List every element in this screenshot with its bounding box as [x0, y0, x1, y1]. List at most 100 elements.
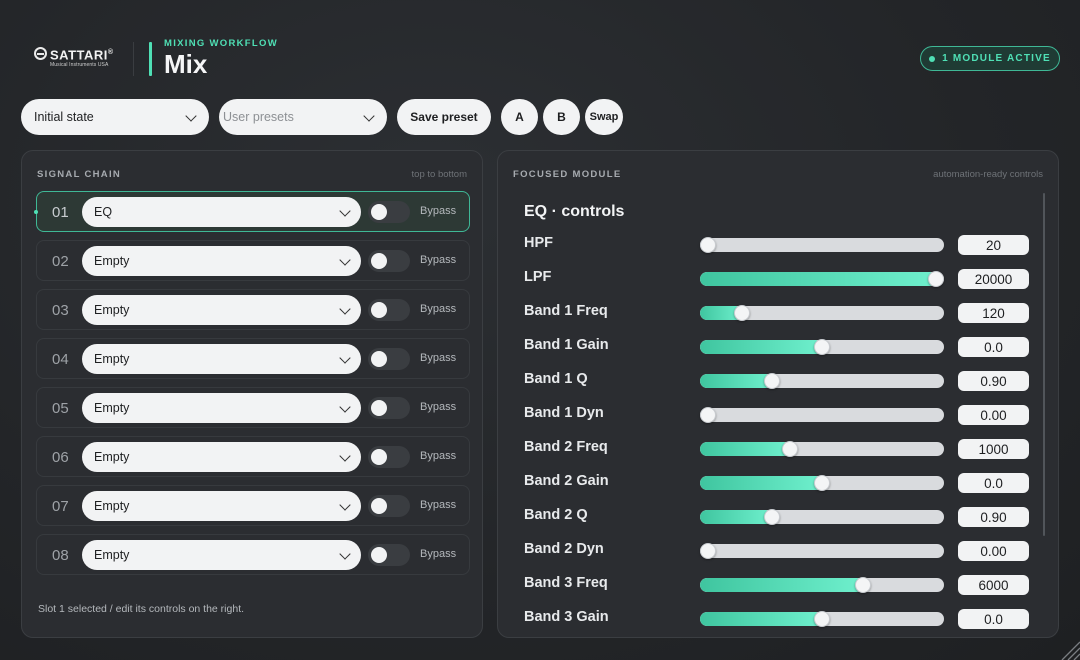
chain-slot[interactable]: 08 Empty Bypass	[36, 534, 470, 575]
bypass-toggle[interactable]	[368, 201, 410, 223]
slot-module-value: Empty	[94, 352, 130, 366]
bypass-label: Bypass	[420, 352, 457, 364]
param-row: Band 2 Q 0.90	[498, 504, 1034, 528]
signal-chain-panel: SIGNAL CHAIN top to bottom 01 EQ Bypass 02 E…	[21, 150, 483, 638]
param-slider-track[interactable]	[700, 272, 944, 286]
status-dot-icon	[929, 55, 936, 62]
slot-module-select[interactable]: Empty	[82, 393, 361, 423]
chain-slot[interactable]: 06 Empty Bypass	[36, 436, 470, 477]
app-header: SATTARI® Musical Instruments USA MIXING …	[0, 0, 1080, 95]
param-value-field[interactable]: 20	[958, 235, 1029, 255]
param-value-field[interactable]: 0.90	[958, 371, 1029, 391]
param-row: Band 1 Freq 120	[498, 300, 1034, 324]
slot-module-value: Empty	[94, 450, 130, 464]
param-slider-track[interactable]	[700, 578, 944, 592]
param-slider-handle[interactable]	[764, 509, 780, 525]
bypass-label: Bypass	[420, 450, 457, 462]
chain-slot[interactable]: 04 Empty Bypass	[36, 338, 470, 379]
param-slider-handle[interactable]	[855, 577, 871, 593]
param-slider-track[interactable]	[700, 442, 944, 456]
bypass-toggle[interactable]	[368, 544, 410, 566]
bypass-toggle[interactable]	[368, 348, 410, 370]
param-label: Band 3 Gain	[524, 609, 609, 625]
chevron-down-icon	[363, 111, 375, 123]
param-slider-handle[interactable]	[700, 407, 716, 423]
chevron-down-icon	[339, 353, 351, 365]
param-slider-handle[interactable]	[814, 339, 830, 355]
param-slider-handle[interactable]	[814, 611, 830, 627]
toggle-knob	[371, 204, 387, 220]
resize-grip-icon[interactable]	[1058, 638, 1080, 660]
chain-slot[interactable]: 03 Empty Bypass	[36, 289, 470, 330]
chain-slot[interactable]: 02 Empty Bypass	[36, 240, 470, 281]
param-label: Band 2 Freq	[524, 439, 608, 455]
param-slider-handle[interactable]	[734, 305, 750, 321]
param-slider-handle[interactable]	[814, 475, 830, 491]
param-slider-track[interactable]	[700, 374, 944, 388]
chain-slot[interactable]: 05 Empty Bypass	[36, 387, 470, 428]
param-value-field[interactable]: 0.0	[958, 473, 1029, 493]
slot-module-select[interactable]: Empty	[82, 295, 361, 325]
param-value-field[interactable]: 6000	[958, 575, 1029, 595]
param-slider-fill	[700, 374, 772, 388]
param-row: Band 1 Gain 0.0	[498, 334, 1034, 358]
slot-module-value: EQ	[94, 205, 113, 219]
param-slider-handle[interactable]	[928, 271, 944, 287]
param-value-field[interactable]: 0.0	[958, 609, 1029, 629]
param-slider-fill	[700, 272, 936, 286]
param-slider-handle[interactable]	[700, 543, 716, 559]
toggle-knob	[371, 547, 387, 563]
param-value-field[interactable]: 120	[958, 303, 1029, 323]
bypass-toggle[interactable]	[368, 299, 410, 321]
compare-a-button[interactable]: A	[501, 99, 538, 135]
param-slider-handle[interactable]	[700, 237, 716, 253]
param-slider-fill	[700, 612, 822, 626]
slot-module-select[interactable]: Empty	[82, 540, 361, 570]
slot-number: 04	[52, 351, 69, 368]
bypass-label: Bypass	[420, 499, 457, 511]
param-slider-track[interactable]	[700, 544, 944, 558]
bypass-toggle[interactable]	[368, 397, 410, 419]
param-slider-track[interactable]	[700, 408, 944, 422]
bypass-toggle[interactable]	[368, 446, 410, 468]
bypass-toggle[interactable]	[368, 495, 410, 517]
compare-b-button[interactable]: B	[543, 99, 580, 135]
param-value-field[interactable]: 0.90	[958, 507, 1029, 527]
save-preset-button[interactable]: Save preset	[397, 99, 491, 135]
param-label: Band 2 Q	[524, 507, 588, 523]
slot-module-select[interactable]: Empty	[82, 246, 361, 276]
chevron-down-icon	[339, 549, 351, 561]
bypass-toggle[interactable]	[368, 250, 410, 272]
controls-scrollbar[interactable]	[1043, 193, 1045, 536]
user-presets-select[interactable]: User presets	[219, 99, 387, 135]
param-value-field[interactable]: 0.0	[958, 337, 1029, 357]
param-slider-handle[interactable]	[782, 441, 798, 457]
param-value-field[interactable]: 1000	[958, 439, 1029, 459]
slot-module-select[interactable]: EQ	[82, 197, 361, 227]
swap-button[interactable]: Swap	[585, 99, 623, 135]
param-row: Band 2 Dyn 0.00	[498, 538, 1034, 562]
chevron-down-icon	[185, 111, 197, 123]
param-slider-track[interactable]	[700, 238, 944, 252]
chevron-down-icon	[339, 402, 351, 414]
slot-module-value: Empty	[94, 499, 130, 513]
slot-number: 08	[52, 547, 69, 564]
brand-logo: SATTARI® Musical Instruments USA	[34, 46, 124, 70]
slot-module-value: Empty	[94, 401, 130, 415]
param-slider-handle[interactable]	[764, 373, 780, 389]
param-slider-track[interactable]	[700, 510, 944, 524]
slot-module-value: Empty	[94, 548, 130, 562]
param-value-field[interactable]: 0.00	[958, 405, 1029, 425]
chain-slot[interactable]: 01 EQ Bypass	[34, 191, 470, 232]
param-value-field[interactable]: 20000	[958, 269, 1029, 289]
param-value-field[interactable]: 0.00	[958, 541, 1029, 561]
slot-module-select[interactable]: Empty	[82, 491, 361, 521]
slot-module-select[interactable]: Empty	[82, 344, 361, 374]
slot-module-select[interactable]: Empty	[82, 442, 361, 472]
param-slider-fill	[700, 510, 772, 524]
param-label: HPF	[524, 235, 553, 251]
chain-slot[interactable]: 07 Empty Bypass	[36, 485, 470, 526]
param-row: Band 3 Freq 6000	[498, 572, 1034, 596]
state-select[interactable]: Initial state	[21, 99, 209, 135]
param-slider-fill	[700, 578, 863, 592]
